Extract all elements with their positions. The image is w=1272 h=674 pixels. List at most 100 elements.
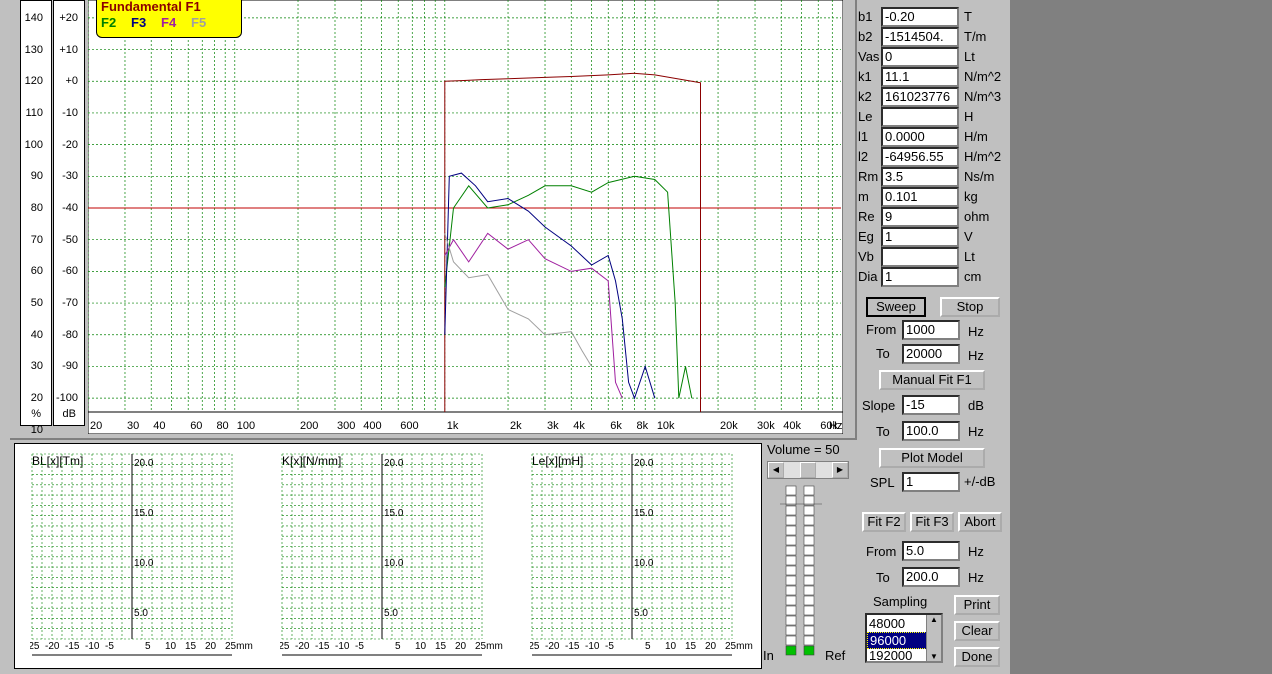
fit-f2-button[interactable]: Fit F2: [862, 512, 906, 532]
param-input[interactable]: 3.5: [881, 167, 959, 187]
slider-left-arrow-icon[interactable]: ◀: [768, 462, 784, 478]
fit-to-label: To: [876, 570, 890, 585]
mini-x-tick: -15: [315, 641, 330, 652]
sampling-option-selected[interactable]: 96000: [867, 632, 933, 649]
plot-model-button[interactable]: Plot Model: [879, 448, 985, 468]
param-input[interactable]: 11.1: [881, 67, 959, 87]
fit-f3-button[interactable]: Fit F3: [910, 512, 954, 532]
param-label: Eg: [858, 229, 874, 244]
scroll-up-icon[interactable]: ▲: [927, 615, 941, 624]
mini-y-tick: 5.0: [134, 608, 148, 619]
clear-button[interactable]: Clear: [954, 621, 1000, 641]
x-tick-label: 40k: [783, 420, 801, 432]
x-tick-label: Hz: [829, 420, 842, 432]
percent-tick: 140: [24, 11, 43, 24]
volume-slider[interactable]: ◀ ▶: [767, 461, 849, 479]
print-button[interactable]: Print: [954, 595, 1000, 615]
percent-tick: 40: [30, 328, 43, 341]
param-input[interactable]: 0: [881, 47, 959, 67]
slope-to-input[interactable]: 100.0: [902, 421, 960, 441]
in-meter-segment: [785, 605, 797, 616]
sampling-listbox[interactable]: 48000 96000 192000 ▲ ▼: [865, 613, 943, 663]
meter-ref-label: Ref: [825, 648, 846, 663]
fit-from-input[interactable]: 5.0: [902, 541, 960, 561]
param-label: Le: [858, 109, 873, 124]
db-tick: -30: [62, 170, 78, 183]
mini-x-tick: 5: [145, 641, 151, 652]
param-unit: Ns/m: [964, 169, 995, 184]
stop-button[interactable]: Stop: [940, 297, 1000, 317]
x-tick-label: 80: [216, 420, 228, 432]
mini-y-tick: 15.0: [384, 508, 404, 519]
manual-fit-button[interactable]: Manual Fit F1: [879, 370, 985, 390]
db-tick: -60: [62, 265, 78, 278]
in-meter-segment: [785, 535, 797, 546]
db-axis-label: dB: [62, 408, 76, 420]
slope-to-label: To: [876, 424, 890, 439]
ref-meter-segment: [803, 605, 815, 616]
percent-tick: 110: [25, 106, 43, 119]
sampling-option[interactable]: 192000: [869, 648, 912, 663]
slope-input[interactable]: -15: [902, 395, 960, 415]
param-input[interactable]: 161023776: [881, 87, 959, 107]
param-label: l2: [858, 149, 869, 164]
param-input[interactable]: 0.101: [881, 187, 959, 207]
sweep-from-input[interactable]: 1000: [902, 320, 960, 340]
param-label: Vb: [858, 249, 874, 264]
db-tick: -70: [62, 297, 78, 310]
in-meter-segment: [785, 515, 797, 526]
spl-unit: +/-dB: [964, 474, 996, 489]
ref-meter-segment: [803, 625, 815, 636]
percent-axis-label: %: [31, 408, 41, 420]
in-meter-segment: [785, 625, 797, 636]
x-tick-label: 6k: [610, 420, 622, 432]
param-input[interactable]: 0.0000: [881, 127, 959, 147]
param-input[interactable]: [881, 247, 959, 267]
param-input[interactable]: 1: [881, 267, 959, 287]
x-tick-label: 1k: [447, 420, 459, 432]
sweep-to-unit: Hz: [968, 348, 984, 363]
spl-input[interactable]: 1: [902, 472, 960, 492]
mini-x-tick: 20: [705, 641, 717, 652]
mini-y-tick: 10.0: [384, 558, 404, 569]
ref-meter-segment: [803, 495, 815, 506]
ref-meter-segment: [803, 545, 815, 556]
param-unit: V: [964, 229, 973, 244]
param-input[interactable]: [881, 107, 959, 127]
in-meter-segment: [785, 575, 797, 586]
scroll-down-icon[interactable]: ▼: [927, 652, 941, 661]
listbox-scrollbar[interactable]: ▲ ▼: [926, 615, 941, 661]
x-tick-label: 600: [400, 420, 418, 432]
sweep-button[interactable]: Sweep: [866, 297, 926, 317]
sampling-option[interactable]: 48000: [869, 616, 905, 631]
mini-x-tick: 25mm: [475, 641, 503, 652]
spl-label: SPL: [870, 475, 895, 490]
sweep-to-input[interactable]: 20000: [902, 344, 960, 364]
mini-x-tick: 10: [665, 641, 677, 652]
param-input[interactable]: -1514504.: [881, 27, 959, 47]
x-tick-label: 400: [363, 420, 381, 432]
mini-x-tick: -20: [295, 641, 310, 652]
fit-to-input[interactable]: 200.0: [902, 567, 960, 587]
param-unit: N/m^3: [964, 89, 1002, 104]
percent-tick: 30: [30, 360, 43, 373]
param-input[interactable]: 1: [881, 227, 959, 247]
mini-x-tick: -5: [605, 641, 614, 652]
slider-thumb[interactable]: [800, 462, 816, 478]
db-tick: -20: [62, 138, 78, 151]
param-input[interactable]: 9: [881, 207, 959, 227]
fit-from-unit: Hz: [968, 544, 984, 559]
in-meter-segment: [785, 635, 797, 646]
param-label: Rm: [858, 169, 879, 184]
legend-f1: Fundamental F1: [101, 0, 201, 14]
ref-meter-segment: [803, 595, 815, 606]
abort-button[interactable]: Abort: [958, 512, 1002, 532]
ref-meter-segment: [803, 535, 815, 546]
param-input[interactable]: -0.20: [881, 7, 959, 27]
done-button[interactable]: Done: [954, 647, 1000, 667]
slider-right-arrow-icon[interactable]: ▶: [832, 462, 848, 478]
param-input[interactable]: -64956.55: [881, 147, 959, 167]
percent-tick: 50: [30, 297, 43, 310]
in-meter-segment: [785, 495, 797, 506]
legend-f3: F3: [131, 15, 147, 30]
